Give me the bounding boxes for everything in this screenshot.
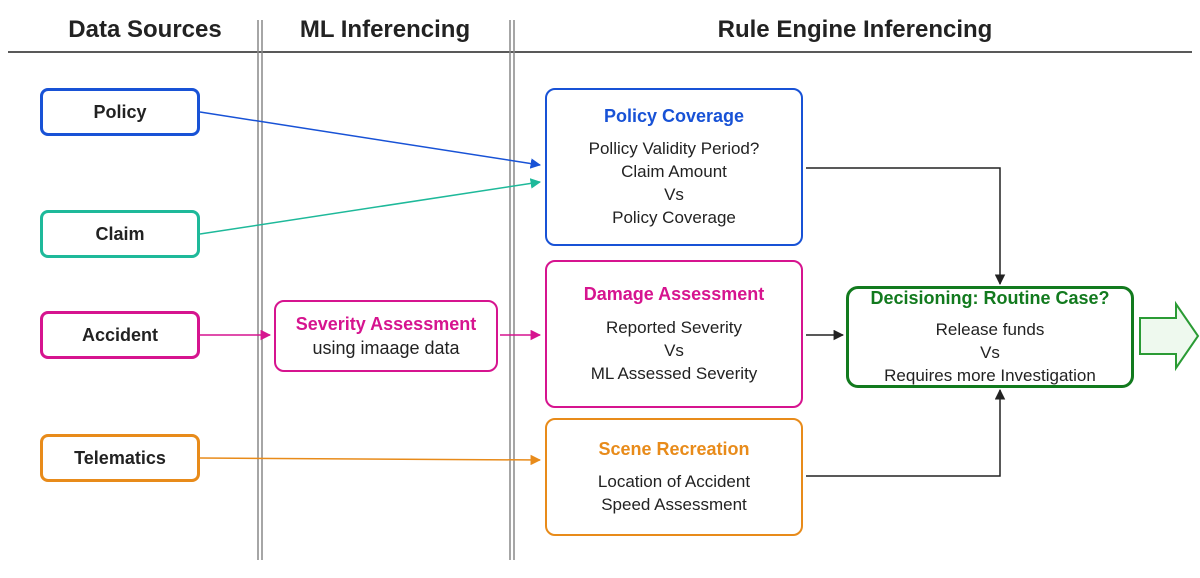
rule-policy-coverage: Policy Coverage Pollicy Validity Period?… bbox=[545, 88, 803, 246]
rule-line: Speed Assessment bbox=[598, 494, 750, 517]
ml-subtitle: using imaage data bbox=[312, 336, 459, 360]
header-rule-engine: Rule Engine Inferencing bbox=[560, 16, 1150, 44]
diagram-canvas: { "headers": { "col1": "Data Sources", "… bbox=[0, 0, 1200, 578]
rule-damage-assessment: Damage Assessment Reported Severity Vs M… bbox=[545, 260, 803, 408]
rule-title: Damage Assessment bbox=[584, 282, 764, 306]
header-ml-inferencing: ML Inferencing bbox=[280, 16, 490, 44]
source-claim: Claim bbox=[40, 210, 200, 258]
rule-line: Location of Accident bbox=[598, 471, 750, 494]
decisioning-box: Decisioning: Routine Case? Release funds… bbox=[846, 286, 1134, 388]
rule-title: Policy Coverage bbox=[604, 104, 744, 128]
ml-severity-assessment: Severity Assessment using imaage data bbox=[274, 300, 498, 372]
rule-body: Location of Accident Speed Assessment bbox=[598, 471, 750, 517]
source-policy: Policy bbox=[40, 88, 200, 136]
decision-body: Release funds Vs Requires more Investiga… bbox=[884, 319, 1096, 388]
decision-title: Decisioning: Routine Case? bbox=[870, 286, 1109, 310]
rule-body: Reported Severity Vs ML Assessed Severit… bbox=[591, 317, 758, 386]
rule-scene-recreation: Scene Recreation Location of Accident Sp… bbox=[545, 418, 803, 536]
decision-line: Release funds bbox=[884, 319, 1096, 342]
rule-line: Policy Coverage bbox=[589, 207, 760, 230]
source-accident: Accident bbox=[40, 311, 200, 359]
rule-line: Claim Amount bbox=[589, 161, 760, 184]
header-data-sources: Data Sources bbox=[40, 16, 250, 44]
decision-line: Vs bbox=[884, 342, 1096, 365]
rule-line: Pollicy Validity Period? bbox=[589, 138, 760, 161]
decision-line: Requires more Investigation bbox=[884, 365, 1096, 388]
rule-line: Vs bbox=[589, 184, 760, 207]
rule-line: ML Assessed Severity bbox=[591, 363, 758, 386]
rule-body: Pollicy Validity Period? Claim Amount Vs… bbox=[589, 138, 760, 230]
rule-line: Vs bbox=[591, 340, 758, 363]
source-telematics: Telematics bbox=[40, 434, 200, 482]
ml-title: Severity Assessment bbox=[296, 312, 476, 336]
rule-line: Reported Severity bbox=[591, 317, 758, 340]
rule-title: Scene Recreation bbox=[598, 437, 749, 461]
